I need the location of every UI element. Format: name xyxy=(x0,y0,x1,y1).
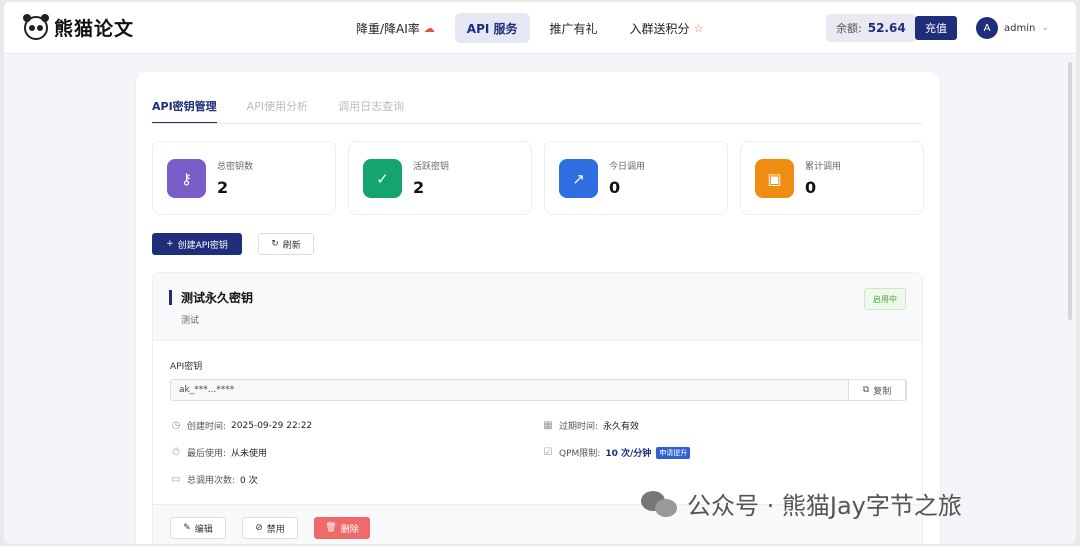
accent-bar xyxy=(169,290,172,305)
top-bar: 熊猫论文 降重/降AI率 ☁ API 服务 推广有礼 入群送积分 ☆ 余额: 5… xyxy=(4,2,1076,54)
disable-button[interactable]: ⊘ 禁用 xyxy=(242,517,298,539)
api-key-field[interactable]: ak_***...**** ⧉ 复制 xyxy=(170,379,907,401)
total-calls: ▭ 总调用次数: 0 次 xyxy=(171,474,258,486)
user-menu[interactable]: A admin ⌄ xyxy=(976,17,1049,39)
created-time: ◷ 创建时间: 2025-09-29 22:22 xyxy=(171,420,313,432)
qpm-limit: ☑ QPM限制: 10 次/分钟 申请提升 xyxy=(542,446,691,459)
tabs: API密钥管理 API使用分析 调用日志查询 xyxy=(152,98,404,124)
check-list-icon: ✓ xyxy=(363,159,402,198)
edit-icon: ✎ xyxy=(183,523,191,533)
clock-icon: ◷ xyxy=(171,420,181,431)
chevron-down-icon: ⌄ xyxy=(1041,23,1049,33)
nav-item-referral[interactable]: 推广有礼 xyxy=(538,13,610,43)
stat-total-calls: ▣ 累计调用 0 xyxy=(740,141,924,215)
stats-row: ⚷ 总密钥数 2 ✓ 活跃密钥 2 ↗ 今日调用 0 ▣ 累计调用 0 xyxy=(152,141,924,215)
main-card: API密钥管理 API使用分析 调用日志查询 ⚷ 总密钥数 2 ✓ 活跃密钥 2… xyxy=(136,72,940,544)
disable-icon: ⊘ xyxy=(255,523,263,533)
main-nav: 降重/降AI率 ☁ API 服务 推广有礼 入群送积分 ☆ xyxy=(344,13,715,43)
watermark: 公众号 · 熊猫Jay字节之旅 xyxy=(641,486,962,521)
trend-chart-icon: ↗ xyxy=(559,159,598,198)
copy-icon: ⧉ xyxy=(862,385,870,395)
tab-key-management[interactable]: API密钥管理 xyxy=(152,98,217,124)
avatar: A xyxy=(976,17,998,39)
stat-total-keys: ⚷ 总密钥数 2 xyxy=(152,141,336,215)
refresh-button[interactable]: ↻ 刷新 xyxy=(258,233,314,255)
tab-call-logs[interactable]: 调用日志查询 xyxy=(338,98,404,124)
timer-icon: ⏱ xyxy=(172,447,180,458)
key-description: 测试 xyxy=(181,316,200,326)
stat-active-keys: ✓ 活跃密钥 2 xyxy=(348,141,532,215)
balance-display: 余额: 52.64 xyxy=(826,14,916,42)
star-icon: ☆ xyxy=(693,21,704,35)
expire-time: ▦ 过期时间: 永久有效 xyxy=(543,420,640,432)
trash-icon: 🗑 xyxy=(325,523,337,533)
create-api-key-button[interactable]: + 创建API密钥 xyxy=(152,233,242,255)
copy-button[interactable]: ⧉ 复制 xyxy=(848,379,906,401)
cloud-upload-icon: ☁ xyxy=(423,21,435,35)
request-upgrade-link[interactable]: 申请提升 xyxy=(656,446,691,459)
api-key-label: API密钥 xyxy=(170,362,203,372)
refresh-icon: ↻ xyxy=(271,239,279,249)
monitor-icon: ▭ xyxy=(171,474,181,485)
brand-logo[interactable]: 熊猫论文 xyxy=(23,13,135,41)
presentation-icon: ▣ xyxy=(755,159,794,198)
username: admin xyxy=(1004,22,1036,34)
plus-icon: + xyxy=(166,239,174,249)
status-badge: 启用中 xyxy=(864,288,906,310)
calendar-icon: ▦ xyxy=(543,420,553,431)
wechat-icon xyxy=(641,489,679,519)
key-title: 测试永久密钥 xyxy=(181,291,254,305)
checkbox-icon: ☑ xyxy=(543,447,553,458)
last-used: ⏱ 最后使用: 从未使用 xyxy=(170,446,267,459)
key-icon: ⚷ xyxy=(167,159,206,198)
tabs-divider xyxy=(152,123,922,124)
delete-button[interactable]: 🗑 删除 xyxy=(314,517,370,539)
stat-today-calls: ↗ 今日调用 0 xyxy=(544,141,728,215)
panda-logo-icon xyxy=(23,13,49,40)
page: 熊猫论文 降重/降AI率 ☁ API 服务 推广有礼 入群送积分 ☆ 余额: 5… xyxy=(4,2,1076,544)
nav-item-api-service[interactable]: API 服务 xyxy=(454,13,530,43)
nav-item-dedup[interactable]: 降重/降AI率 ☁ xyxy=(344,13,447,43)
recharge-button[interactable]: 充值 xyxy=(915,16,957,40)
brand-name: 熊猫论文 xyxy=(54,18,135,40)
balance-value: 52.64 xyxy=(867,21,906,35)
scrollbar[interactable] xyxy=(1068,62,1072,320)
tab-usage-analysis[interactable]: API使用分析 xyxy=(247,98,308,124)
nav-item-join-group[interactable]: 入群送积分 ☆ xyxy=(618,13,716,43)
edit-button[interactable]: ✎ 编辑 xyxy=(170,517,226,539)
key-header: 测试永久密钥 测试 启用中 xyxy=(153,273,922,341)
